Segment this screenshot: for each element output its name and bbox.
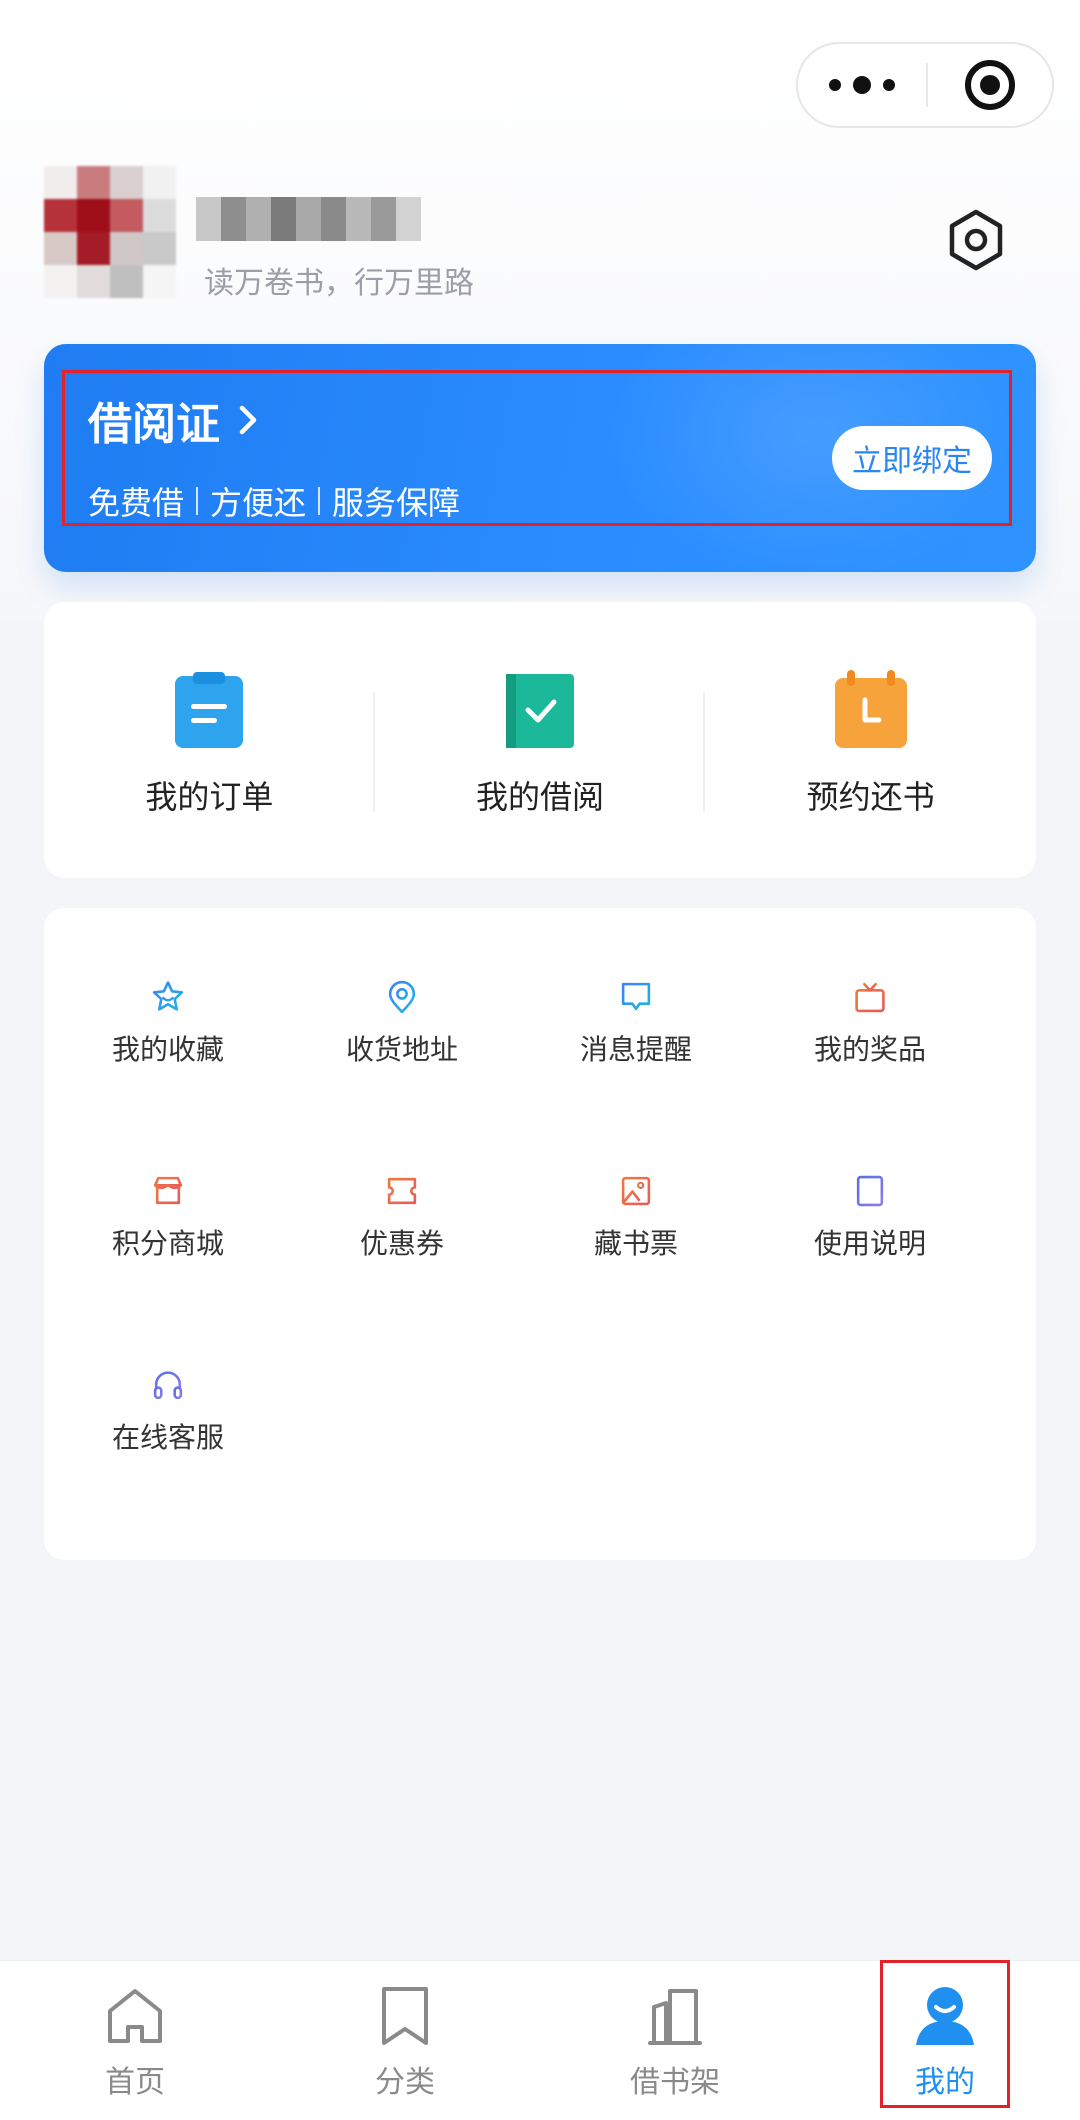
target-icon bbox=[965, 60, 1015, 110]
service-label: 积分商城 bbox=[111, 1227, 224, 1260]
service-address[interactable]: 收货地址 bbox=[285, 908, 519, 1068]
service-label: 消息提醒 bbox=[579, 1033, 692, 1066]
service-points-mall[interactable]: 积分商城 bbox=[51, 1102, 285, 1262]
quick-action-reserve-return[interactable]: 预约还书 bbox=[705, 602, 1036, 878]
bottom-tab-bar: 首页 分类 借书架 我的 bbox=[0, 1960, 1080, 2120]
service-messages[interactable]: 消息提醒 bbox=[519, 908, 753, 1068]
tab-mine[interactable]: 我的 bbox=[810, 1961, 1080, 2120]
tab-label: 借书架 bbox=[630, 2065, 720, 2100]
home-icon bbox=[108, 1989, 162, 2043]
settings-icon[interactable] bbox=[944, 208, 1008, 272]
image-icon bbox=[621, 1176, 651, 1206]
star-icon bbox=[152, 981, 184, 1011]
calendar-clock-icon bbox=[834, 670, 907, 748]
service-label: 收货地址 bbox=[345, 1033, 458, 1066]
bookmark-icon bbox=[382, 1987, 428, 2045]
service-coupons[interactable]: 优惠券 bbox=[285, 1102, 519, 1262]
profile-motto: 读万卷书，行万里路 bbox=[204, 266, 474, 301]
benefit-item: 免费借 bbox=[88, 484, 185, 522]
service-instructions[interactable]: 使用说明 bbox=[753, 1102, 987, 1262]
library-card-title-text: 借阅证 bbox=[88, 399, 220, 450]
service-label: 我的奖品 bbox=[813, 1033, 926, 1066]
service-label: 优惠券 bbox=[359, 1227, 444, 1260]
avatar[interactable] bbox=[44, 166, 176, 298]
service-favorites[interactable]: 我的收藏 bbox=[51, 908, 285, 1068]
borrow-check-icon bbox=[506, 674, 574, 748]
coupon-icon bbox=[387, 1177, 417, 1205]
service-customer-support[interactable]: 在线客服 bbox=[51, 1296, 285, 1456]
chevron-right-icon bbox=[239, 405, 257, 435]
more-options-button[interactable] bbox=[798, 44, 926, 126]
bind-card-button[interactable]: 立即绑定 bbox=[832, 426, 992, 490]
headset-icon bbox=[153, 1371, 183, 1400]
benefit-divider bbox=[318, 487, 321, 515]
service-label: 在线客服 bbox=[111, 1421, 224, 1454]
user-icon bbox=[916, 1987, 974, 2045]
benefit-item: 方便还 bbox=[210, 484, 307, 522]
benefit-item: 服务保障 bbox=[332, 484, 461, 522]
tab-label: 分类 bbox=[375, 2065, 435, 2100]
service-label: 我的收藏 bbox=[111, 1033, 224, 1066]
tab-category[interactable]: 分类 bbox=[270, 1961, 540, 2120]
benefit-divider bbox=[196, 487, 199, 515]
tab-label: 我的 bbox=[915, 2065, 975, 2100]
service-label: 藏书票 bbox=[593, 1227, 678, 1260]
order-icon bbox=[175, 672, 244, 748]
quick-action-my-orders[interactable]: 我的订单 bbox=[44, 602, 375, 878]
gift-icon bbox=[855, 982, 885, 1013]
quick-action-label: 预约还书 bbox=[806, 778, 935, 816]
services-panel: 我的收藏 收货地址 消息提醒 我的奖品 积分商城 优惠券 藏书票 使用说明 在线… bbox=[44, 908, 1036, 1560]
service-label: 使用说明 bbox=[813, 1227, 926, 1260]
library-card-title[interactable]: 借阅证 bbox=[88, 388, 262, 452]
tab-home[interactable]: 首页 bbox=[0, 1961, 270, 2120]
quick-action-my-borrowing[interactable]: 我的借阅 bbox=[375, 602, 706, 878]
message-icon bbox=[621, 982, 651, 1011]
quick-action-label: 我的借阅 bbox=[476, 778, 605, 816]
tab-label: 首页 bbox=[105, 2065, 165, 2100]
tab-bookshelf[interactable]: 借书架 bbox=[540, 1961, 810, 2120]
quick-actions-panel: 我的订单 我的借阅 预约还书 bbox=[44, 602, 1036, 878]
nickname-pixelated bbox=[196, 192, 421, 246]
close-miniprogram-button[interactable] bbox=[928, 60, 1052, 110]
quick-action-label: 我的订单 bbox=[145, 778, 274, 816]
location-pin-icon bbox=[388, 980, 416, 1014]
miniprogram-capsule bbox=[796, 42, 1054, 128]
bookshelf-icon bbox=[648, 1989, 702, 2045]
service-bookplate[interactable]: 藏书票 bbox=[519, 1102, 753, 1262]
service-prizes[interactable]: 我的奖品 bbox=[753, 908, 987, 1068]
document-icon bbox=[856, 1175, 884, 1207]
card-benefits: 免费借 方便还 服务保障 bbox=[88, 478, 460, 524]
shop-icon bbox=[153, 1176, 183, 1205]
